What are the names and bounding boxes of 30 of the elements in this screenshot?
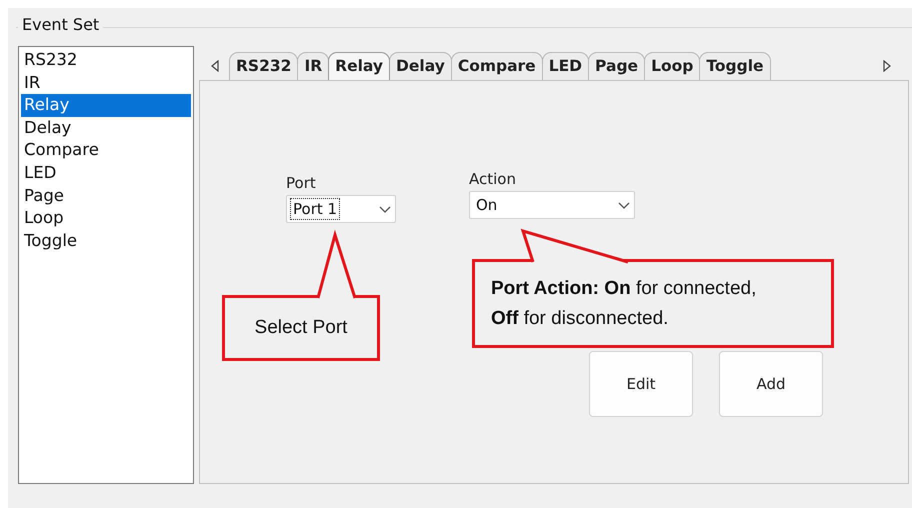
dropdown[interactable]: On	[469, 191, 635, 219]
button[interactable]: Edit	[589, 351, 693, 417]
scroll-right-icon[interactable]	[883, 60, 891, 72]
tab[interactable]: Page	[588, 52, 646, 80]
tab[interactable]: Delay	[389, 52, 452, 80]
list-item[interactable]: Toggle	[21, 230, 191, 252]
tab[interactable]: Loop	[644, 52, 700, 80]
list-item[interactable]: Page	[21, 184, 191, 208]
tab[interactable]: Relay	[328, 52, 390, 80]
tab[interactable]: RS232	[229, 52, 298, 80]
list-item[interactable]: Compare	[21, 139, 191, 162]
tab[interactable]: Toggle	[699, 52, 771, 80]
field-label: Port	[286, 173, 317, 193]
list-item[interactable]: RS232	[21, 49, 191, 72]
tab[interactable]: LED	[542, 52, 590, 80]
list-item[interactable]: Delay	[21, 116, 191, 140]
callout-text: Select Port	[254, 316, 348, 340]
dropdown[interactable]: Port 1	[286, 195, 396, 223]
field-label: Action	[469, 169, 517, 189]
callout-text: Port Action: On for connected, Off for disconnected.	[491, 276, 756, 330]
chevron-down-icon	[379, 206, 391, 212]
list-item[interactable]: Relay	[21, 94, 191, 117]
list-item[interactable]: Loop	[21, 207, 191, 230]
button[interactable]: Add	[719, 351, 823, 417]
tab[interactable]: IR	[297, 52, 330, 80]
chevron-down-icon	[618, 202, 630, 208]
tab[interactable]: Compare	[450, 52, 543, 80]
list-item[interactable]: LED	[21, 162, 191, 185]
list-item[interactable]: IR	[21, 72, 191, 94]
scroll-left-icon[interactable]	[211, 60, 219, 72]
